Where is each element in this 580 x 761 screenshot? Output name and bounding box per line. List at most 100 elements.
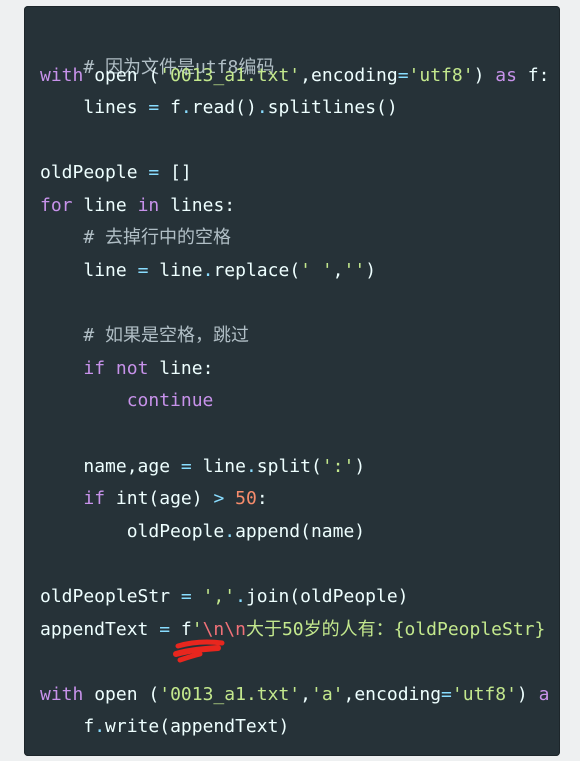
- args: (age): [148, 488, 203, 509]
- code-line-2: with open ('0013_a1.txt',encoding='utf8'…: [40, 64, 549, 88]
- operator-equals: =: [441, 684, 452, 705]
- code-line-5: for line in lines:: [40, 194, 235, 218]
- method-append: append: [235, 521, 301, 542]
- var-lines: lines:: [170, 195, 236, 216]
- dot: .: [245, 456, 257, 477]
- parens: (): [235, 97, 257, 118]
- method-split: split: [256, 456, 311, 477]
- dot: .: [180, 97, 192, 118]
- var-appendtext: appendText: [40, 619, 149, 640]
- string-empty: '': [343, 260, 366, 281]
- operator-equals: =: [159, 619, 171, 640]
- paren-open: (: [148, 65, 160, 86]
- method-replace: replace: [213, 260, 290, 281]
- paren-close: ): [365, 260, 377, 281]
- method-read: read: [191, 97, 236, 118]
- builtin-int: int: [115, 488, 149, 509]
- empty-list: []: [170, 162, 192, 183]
- paren-open: (: [148, 684, 160, 705]
- code-line-6: # 去掉行中的空格: [40, 226, 231, 250]
- var-line: line: [83, 195, 127, 216]
- string-filename: '0013_a1.txt': [159, 65, 301, 86]
- function-open: open: [94, 65, 138, 86]
- string-filename: '0013_a1.txt': [159, 684, 301, 705]
- string-body: 大于50岁的人有：: [245, 619, 394, 640]
- parens: (): [376, 97, 398, 118]
- keyword-for: for: [40, 195, 73, 216]
- code-line-4: oldPeople = []: [40, 161, 192, 185]
- code-line-9: if not line:: [40, 357, 213, 381]
- arg-encoding: encoding: [354, 684, 442, 705]
- arg-encoding: encoding: [310, 65, 398, 86]
- keyword-in: in: [137, 195, 160, 216]
- string-mode: 'a': [310, 684, 344, 705]
- method-write: write: [105, 716, 160, 737]
- code-line-14: oldPeopleStr = ','.join(oldPeople): [40, 585, 409, 609]
- keyword-if: if: [83, 358, 106, 379]
- var-oldpeoplestr: oldPeopleStr: [40, 586, 171, 607]
- operator-equals: =: [148, 162, 160, 183]
- keyword-as: as: [495, 65, 517, 86]
- string-utf8: 'utf8': [451, 684, 517, 705]
- keyword-not: not: [115, 358, 149, 379]
- comma: ,: [343, 684, 355, 705]
- code-line-3: lines = f.read().splitlines(): [40, 96, 398, 120]
- operator-equals: =: [137, 260, 149, 281]
- keyword-with: with: [40, 65, 84, 86]
- code-line-1: # 因为文件是utf8编码: [40, 32, 274, 78]
- obj-f: f: [170, 97, 181, 118]
- comma: ,: [300, 65, 311, 86]
- number-50: 50: [235, 488, 257, 509]
- keyword-if: if: [83, 488, 106, 509]
- var-name-age: name,age: [83, 456, 171, 477]
- paren-close: ): [354, 456, 366, 477]
- string-quote: ': [191, 619, 203, 640]
- args: (name): [300, 521, 366, 542]
- string-comma: ',': [202, 586, 236, 607]
- var-f: f:: [527, 65, 550, 86]
- var-line: line: [83, 260, 127, 281]
- args: (appendText): [159, 716, 290, 737]
- operator-equals: =: [180, 456, 192, 477]
- dot: .: [235, 586, 246, 607]
- code-block: # 因为文件是utf8编码 with open ('0013_a1.txt',e…: [24, 6, 560, 756]
- var-line: line:: [159, 358, 214, 379]
- obj-oldpeople: oldPeople: [126, 521, 225, 542]
- operator-equals: =: [148, 97, 160, 118]
- comment: # 去掉行中的空格: [83, 227, 232, 248]
- operator-equals: =: [180, 586, 192, 607]
- keyword-as-truncated: a: [538, 684, 550, 705]
- method-join: join: [245, 586, 290, 607]
- operator-gt: >: [213, 488, 225, 509]
- comment: # 如果是空格，跳过: [83, 325, 250, 346]
- var-oldpeople: oldPeople: [40, 162, 138, 183]
- code-line-11: name,age = line.split(':'): [40, 455, 365, 479]
- keyword-with: with: [40, 684, 84, 705]
